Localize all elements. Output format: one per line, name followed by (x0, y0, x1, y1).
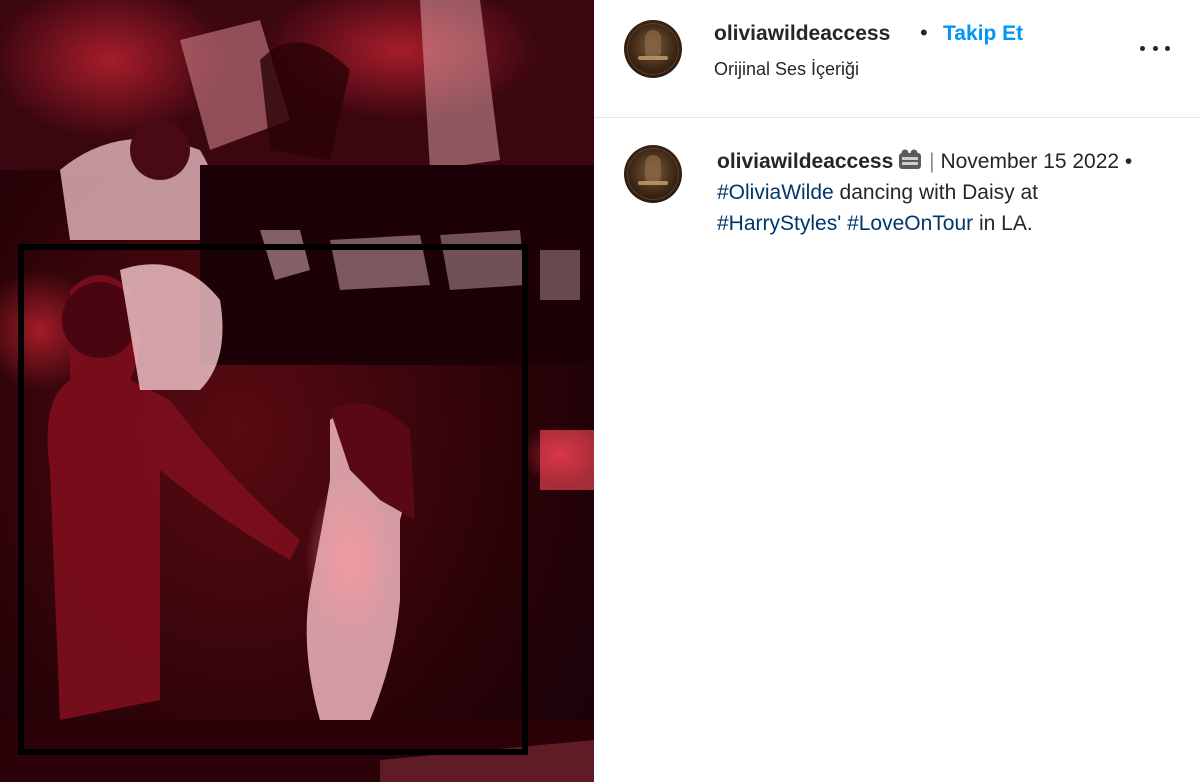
post-header: oliviawildeaccess • Takip Et Orijinal Se… (594, 0, 1200, 118)
caption-date: November 15 2022 (940, 150, 1120, 173)
caption-pipe: | (929, 150, 935, 173)
more-options-icon[interactable] (1140, 38, 1170, 58)
audio-label[interactable]: Orijinal Ses İçeriği (714, 59, 859, 80)
post-side-panel: oliviawildeaccess • Takip Et Orijinal Se… (594, 0, 1200, 782)
film-camera-icon (899, 149, 922, 169)
follow-button[interactable]: Takip Et (943, 22, 1023, 46)
caption-author-avatar[interactable] (624, 145, 682, 203)
highlight-box (18, 244, 528, 755)
caption-text-2: in LA. (979, 212, 1033, 235)
caption-author-username[interactable]: oliviawildeaccess (717, 150, 893, 173)
hashtag-loveontour[interactable]: #LoveOnTour (847, 212, 973, 235)
hashtag-oliviawilde[interactable]: #OliviaWilde (717, 181, 834, 204)
hashtag-harrystyles[interactable]: #HarryStyles' (717, 212, 841, 235)
caption-bullet: • (1124, 150, 1133, 173)
post-caption: oliviawildeaccess | November 15 2022 • #… (717, 146, 1157, 239)
post-media[interactable] (0, 0, 594, 782)
author-username[interactable]: oliviawildeaccess (714, 22, 890, 46)
separator-dot: • (920, 20, 928, 45)
author-avatar[interactable] (624, 20, 682, 78)
caption-text-1: dancing with Daisy at (839, 181, 1038, 204)
